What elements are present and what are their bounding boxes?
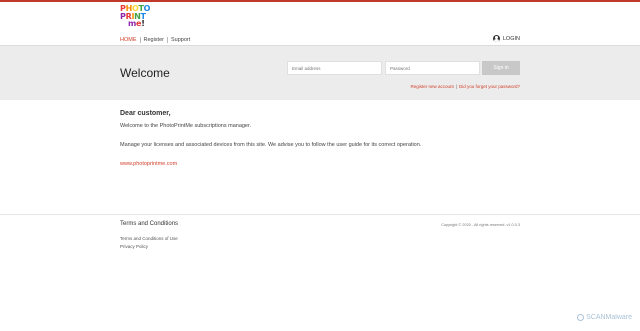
manage-text: Manage your licenses and associated devi… xyxy=(120,142,422,148)
signin-band: Welcome Sign in Register new account | D… xyxy=(0,45,640,100)
footer-title: Terms and Conditions xyxy=(120,221,179,227)
login-label: LOGIN xyxy=(502,35,520,42)
watermark-icon xyxy=(577,314,585,321)
main-content: Dear customer, Welcome to the PhotoPrint… xyxy=(120,110,520,167)
greeting: Dear customer, xyxy=(120,110,171,117)
watermark-text: SCANMalware xyxy=(586,314,632,321)
intro-text: Welcome to the PhotoPrintMe subscription… xyxy=(120,123,252,129)
photoprintme-logo[interactable]: PHOTO PRINT me! xyxy=(120,5,158,29)
nav-support-link[interactable]: Support xyxy=(168,37,193,43)
sign-in-button[interactable]: Sign in xyxy=(482,61,520,75)
page-title: Welcome xyxy=(120,66,170,80)
forgot-password-link[interactable]: Did you forget your password? xyxy=(459,84,520,89)
footer-divider xyxy=(0,214,640,215)
email-field[interactable] xyxy=(287,61,382,75)
website-link[interactable]: www.photoprintme.com xyxy=(120,161,177,167)
user-icon xyxy=(492,35,500,42)
register-account-link[interactable]: Register new account xyxy=(411,84,454,89)
nav-register-link[interactable]: Register xyxy=(141,37,167,43)
link-separator: | xyxy=(455,84,457,89)
copyright-text: Copyright © 2020 - All rights reserved. … xyxy=(441,223,520,227)
logo-line-me: me! xyxy=(128,19,145,28)
watermark: SCANMalware xyxy=(577,314,632,321)
password-field[interactable] xyxy=(385,61,480,75)
nav-home-link[interactable]: HOME xyxy=(120,37,140,43)
main-nav: HOME Register Support xyxy=(120,37,193,43)
top-accent-line xyxy=(0,0,640,2)
terms-of-use-link[interactable]: Terms and Conditions of Use xyxy=(120,236,178,241)
privacy-policy-link[interactable]: Privacy Policy xyxy=(120,244,148,249)
account-links: Register new account | Did you forget yo… xyxy=(411,84,520,89)
login-button[interactable]: LOGIN xyxy=(492,35,520,42)
